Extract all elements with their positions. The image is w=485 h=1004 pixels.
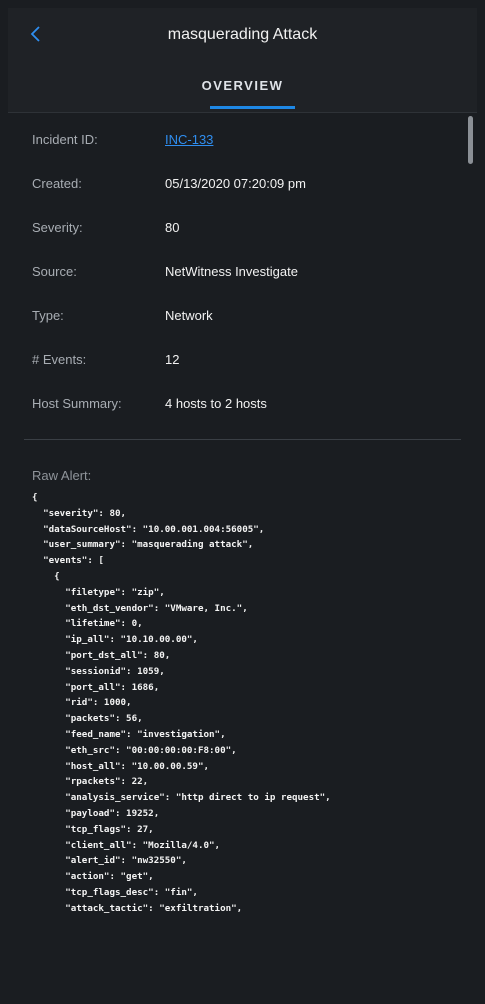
- active-tab-indicator: [210, 106, 295, 109]
- incident-id-link[interactable]: INC-133: [165, 132, 213, 147]
- field-severity: Severity: 80: [32, 220, 452, 242]
- field-value: NetWitness Investigate: [165, 264, 298, 279]
- top-bar: masquerading Attack: [8, 8, 477, 64]
- raw-alert-label: Raw Alert:: [32, 468, 92, 483]
- overview-panel: Incident ID: INC-133 Created: 05/13/2020…: [8, 112, 477, 1004]
- tab-overview[interactable]: OVERVIEW: [8, 78, 477, 93]
- field-value: 80: [165, 220, 180, 235]
- field-source: Source: NetWitness Investigate: [32, 264, 452, 286]
- field-label: Severity:: [32, 220, 83, 235]
- field-value: Network: [165, 308, 213, 323]
- scrollbar-thumb[interactable]: [468, 116, 473, 164]
- field-type: Type: Network: [32, 308, 452, 330]
- field-value: 05/13/2020 07:20:09 pm: [165, 176, 306, 191]
- field-value: 4 hosts to 2 hosts: [165, 396, 267, 411]
- tab-bar: OVERVIEW: [8, 64, 477, 113]
- field-host-summary: Host Summary: 4 hosts to 2 hosts: [32, 396, 452, 418]
- field-label: Created:: [32, 176, 82, 191]
- section-divider: [24, 439, 461, 440]
- page-title: masquerading Attack: [167, 26, 318, 43]
- field-label: Host Summary:: [32, 396, 122, 411]
- field-incident-id: Incident ID: INC-133: [32, 132, 452, 154]
- field-label: # Events:: [32, 352, 87, 367]
- raw-alert-json: { "severity": 80, "dataSourceHost": "10.…: [32, 492, 331, 914]
- field-label: Source:: [32, 264, 77, 279]
- field-value: 12: [165, 352, 180, 367]
- field-created: Created: 05/13/2020 07:20:09 pm: [32, 176, 452, 198]
- field-label: Incident ID:: [32, 132, 98, 147]
- field-events: # Events: 12: [32, 352, 452, 374]
- field-label: Type:: [32, 308, 64, 323]
